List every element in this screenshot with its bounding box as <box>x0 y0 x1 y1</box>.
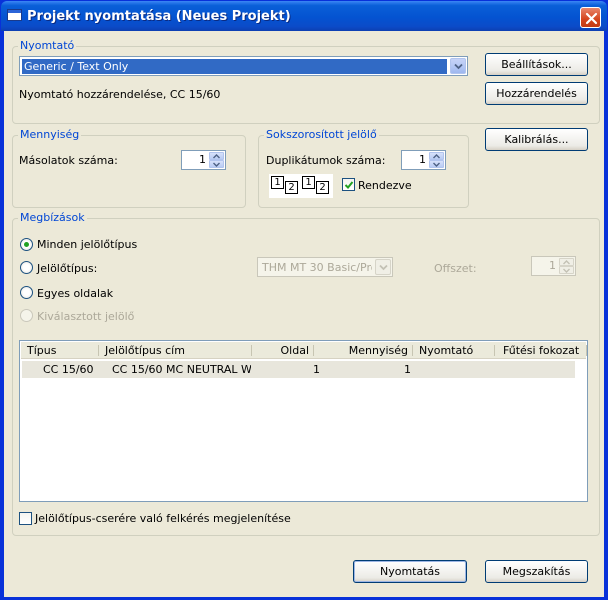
cell-printer <box>416 361 496 378</box>
collate-checkbox[interactable] <box>342 178 355 191</box>
column-marker-title[interactable]: Jelölőtípus cím <box>99 342 252 359</box>
offset-label: Offszet: <box>434 262 477 275</box>
collate-page-2b: 2 <box>316 181 329 194</box>
duplicates-stepper[interactable]: 1 <box>401 150 446 170</box>
chevron-down-icon <box>454 63 463 70</box>
printer-select-value: Generic / Text Only <box>22 59 447 74</box>
cell-marker-title: CC 15/60 MC NEUTRAL WS <box>112 363 251 376</box>
column-page[interactable]: Oldal <box>252 342 314 359</box>
offset-spin-buttons <box>559 258 574 274</box>
radio-all-types-label[interactable]: Minden jelölőtípus <box>37 238 137 251</box>
marker-type-select-value: THM MT 30 Basic/Pro 10 <box>262 261 372 274</box>
window-title: Projekt nyomtatása (Neues Projekt) <box>27 9 291 24</box>
printer-assignment-text: Nyomtató hozzárendelése, CC 15/60 <box>19 88 221 101</box>
print-button[interactable]: Nyomtatás <box>353 560 467 583</box>
cell-heat-level <box>498 361 575 378</box>
offset-stepper[interactable]: 1 <box>531 256 576 276</box>
jobs-group-label: Megbízások <box>18 211 87 224</box>
duplicate-group-label: Sokszorosított jelölő <box>264 128 379 141</box>
quantity-group: Mennyiség <box>12 128 246 208</box>
printer-select[interactable]: Generic / Text Only <box>19 56 468 76</box>
job-table[interactable]: Típus Jelölőtípus cím Oldal Mennyiség Ny… <box>19 340 588 502</box>
marker-type-select[interactable]: THM MT 30 Basic/Pro 10 <box>257 257 393 277</box>
cell-page: 1 <box>313 363 320 376</box>
duplicates-down-button[interactable] <box>429 160 444 168</box>
title-bar[interactable]: Projekt nyomtatása (Neues Projekt) <box>1 1 607 31</box>
column-type[interactable]: Típus <box>21 342 99 359</box>
copies-stepper[interactable]: 1 <box>181 150 226 170</box>
print-dialog: Projekt nyomtatása (Neues Projekt) Nyomt… <box>0 0 608 600</box>
column-quantity[interactable]: Mennyiség <box>314 342 413 359</box>
duplicates-label: Duplikátumok száma: <box>266 154 386 167</box>
prompt-checkbox[interactable] <box>19 512 32 525</box>
duplicates-value: 1 <box>419 153 426 166</box>
copies-down-button[interactable] <box>209 160 224 168</box>
copies-spin-buttons <box>209 152 224 168</box>
close-button[interactable] <box>580 7 601 28</box>
chevron-down-icon <box>433 162 440 167</box>
cell-type: CC 15/60 <box>43 363 94 376</box>
collate-page-1a: 1 <box>271 176 284 189</box>
chevron-down-icon <box>213 162 220 167</box>
radio-selected-marker[interactable] <box>20 309 33 322</box>
radio-marker-type[interactable] <box>20 261 33 274</box>
calibrate-button-label: Kalibrálás... <box>504 133 569 146</box>
radio-selected-marker-label: Kiválasztott jelölő <box>37 310 135 323</box>
chevron-up-icon <box>433 154 440 159</box>
radio-single-pages[interactable] <box>20 286 33 299</box>
copies-up-button[interactable] <box>209 152 224 160</box>
close-icon <box>585 12 598 25</box>
cancel-button[interactable]: Megszakítás <box>485 560 588 583</box>
copies-value: 1 <box>199 153 206 166</box>
chevron-up-icon <box>563 260 570 265</box>
print-button-label: Nyomtatás <box>379 565 441 578</box>
assign-button-label: Hozzárendelés <box>496 87 577 100</box>
printer-group-label: Nyomtató <box>18 39 77 52</box>
settings-button-label: Beállítások... <box>501 58 572 71</box>
radio-marker-type-label[interactable]: Jelölőtípus: <box>37 262 97 275</box>
radio-all-types[interactable] <box>20 238 33 251</box>
dialog-body: Nyomtató Generic / Text Only Beállítások… <box>4 31 604 597</box>
assign-button[interactable]: Hozzárendelés <box>485 82 588 105</box>
duplicates-spin-buttons <box>429 152 444 168</box>
table-header: Típus Jelölőtípus cím Oldal Mennyiség Ny… <box>21 342 587 359</box>
quantity-group-label: Mennyiség <box>18 128 82 141</box>
calibrate-button[interactable]: Kalibrálás... <box>485 128 588 151</box>
collate-icon: 1 2 1 2 <box>269 174 333 198</box>
offset-up-button[interactable] <box>559 258 574 266</box>
chevron-up-icon <box>213 154 220 159</box>
collate-page-2a: 2 <box>285 181 298 194</box>
marker-type-dropdown-button[interactable] <box>375 259 391 275</box>
duplicates-up-button[interactable] <box>429 152 444 160</box>
checkmark-icon <box>344 181 354 189</box>
column-printer[interactable]: Nyomtató <box>413 342 495 359</box>
collate-page-1b: 1 <box>302 176 315 189</box>
copies-label: Másolatok száma: <box>19 154 118 167</box>
prompt-checkbox-label[interactable]: Jelölőtípus-cserére való felkérés megjel… <box>35 512 291 525</box>
printer-dropdown-button[interactable] <box>450 58 466 74</box>
table-row[interactable]: CC 15/60 CC 15/60 MC NEUTRAL WS 1 1 <box>22 361 575 378</box>
cancel-button-label: Megszakítás <box>502 565 571 578</box>
window-icon <box>7 9 22 21</box>
offset-value: 1 <box>549 259 556 272</box>
radio-single-pages-label[interactable]: Egyes oldalak <box>37 287 113 300</box>
collate-label[interactable]: Rendezve <box>358 179 412 192</box>
chevron-down-icon <box>379 264 388 271</box>
chevron-down-icon <box>563 268 570 273</box>
column-heat-level[interactable]: Fűtési fokozat <box>495 342 587 359</box>
cell-quantity: 1 <box>404 363 411 376</box>
settings-button[interactable]: Beállítások... <box>485 53 588 76</box>
offset-down-button[interactable] <box>559 266 574 274</box>
